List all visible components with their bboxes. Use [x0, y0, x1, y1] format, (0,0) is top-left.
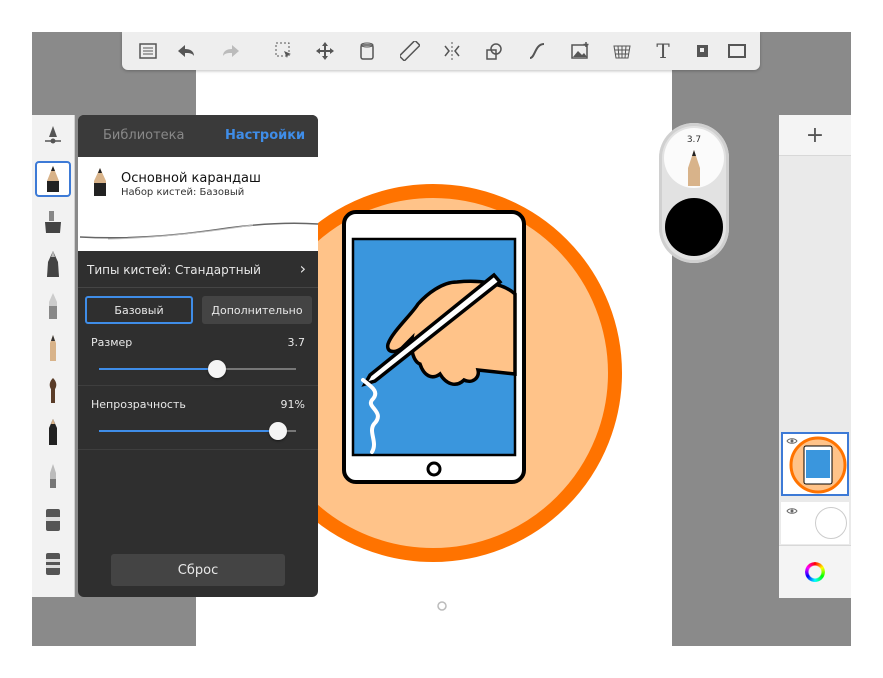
brush-slot-pen[interactable] [36, 247, 70, 281]
opacity-value: 91% [280, 398, 305, 411]
layer-illustration[interactable] [781, 432, 849, 496]
tab-library[interactable]: Библиотека [103, 128, 185, 143]
color-wheel-button[interactable] [779, 545, 851, 598]
app-screen: T Библиотека Настройки Основной карандаш… [32, 32, 851, 646]
tab-settings[interactable]: Настройки [225, 128, 305, 143]
panel-tabs: Библиотека Настройки [78, 115, 318, 157]
background-thumbnail [815, 507, 847, 539]
segment-advanced[interactable]: Дополнительно [202, 296, 312, 324]
layers-panel: + [779, 115, 851, 598]
layer-background[interactable] [781, 502, 849, 544]
pencil-brush-icon [94, 168, 106, 196]
size-slider-knob[interactable] [208, 360, 226, 378]
brush-slot-marker[interactable] [36, 289, 70, 323]
opacity-slider-fill [99, 430, 278, 432]
brush-stroke-preview [79, 222, 318, 240]
top-toolbar: T [122, 32, 760, 70]
opacity-label: Непрозрачность [91, 398, 186, 411]
brush-settings-panel: Библиотека Настройки Основной карандаш Н… [78, 115, 318, 597]
image-icon[interactable] [568, 39, 592, 63]
bucket-icon[interactable] [355, 39, 379, 63]
brush-type-row[interactable]: Типы кистей: Стандартный › [78, 251, 318, 288]
fullscreen-icon[interactable] [725, 39, 749, 63]
size-slider[interactable] [99, 360, 296, 378]
brush-slot-smudge[interactable] [36, 458, 70, 492]
undo-icon[interactable] [174, 39, 198, 63]
color-wheel-icon [805, 562, 825, 582]
size-puck[interactable]: 3.7 [664, 128, 724, 188]
perspective-icon[interactable] [610, 39, 634, 63]
curve-icon[interactable] [525, 39, 549, 63]
canvas-size-icon[interactable] [690, 39, 714, 63]
brush-name: Основной карандаш [121, 171, 261, 186]
opacity-slider-knob[interactable] [269, 422, 287, 440]
redo-icon[interactable] [219, 39, 243, 63]
ruler-icon[interactable] [398, 39, 422, 63]
list-icon[interactable] [136, 39, 160, 63]
brush-preview-card[interactable]: Основной карандаш Набор кистей: Базовый [78, 157, 318, 251]
size-label: Размер [91, 336, 133, 349]
chevron-right-icon: › [299, 259, 306, 278]
brush-slot-hard-eraser[interactable] [36, 547, 70, 581]
brush-type-label: Типы кистей: Стандартный [87, 263, 261, 277]
color-puck[interactable] [665, 198, 723, 256]
brush-toolbar [32, 115, 75, 597]
size-value: 3.7 [287, 336, 306, 349]
opacity-slider[interactable] [99, 422, 296, 440]
brush-slot-pencil-settings[interactable] [36, 119, 70, 153]
symmetry-icon[interactable] [440, 39, 464, 63]
puck-size-value: 3.7 [686, 135, 702, 145]
text-icon[interactable]: T [651, 39, 675, 63]
eye-icon[interactable] [786, 507, 798, 515]
reset-button[interactable]: Сброс [111, 554, 285, 586]
size-slider-fill [99, 368, 217, 370]
pencil-tip-icon [688, 150, 700, 186]
brush-set-label: Набор кистей: Базовый [121, 187, 245, 198]
rotate-handle-icon[interactable] [436, 600, 448, 612]
brush-puck[interactable]: 3.7 [659, 123, 729, 263]
brush-slot-ink[interactable] [36, 373, 70, 407]
divider [78, 385, 318, 386]
segment-basic[interactable]: Базовый [85, 296, 193, 324]
brush-slot-eraser[interactable] [36, 503, 70, 537]
move-icon[interactable] [313, 39, 337, 63]
add-layer-button[interactable]: + [779, 115, 851, 156]
divider [78, 449, 318, 450]
brush-slot-paintbrush[interactable] [36, 331, 70, 365]
brush-slot-brush-dark[interactable] [36, 415, 70, 449]
brush-slot-pencil[interactable] [35, 161, 71, 197]
brush-slot-airbrush[interactable] [36, 205, 70, 239]
shapes-icon[interactable] [482, 39, 506, 63]
select-icon[interactable] [272, 39, 296, 63]
eye-icon[interactable] [786, 437, 798, 445]
